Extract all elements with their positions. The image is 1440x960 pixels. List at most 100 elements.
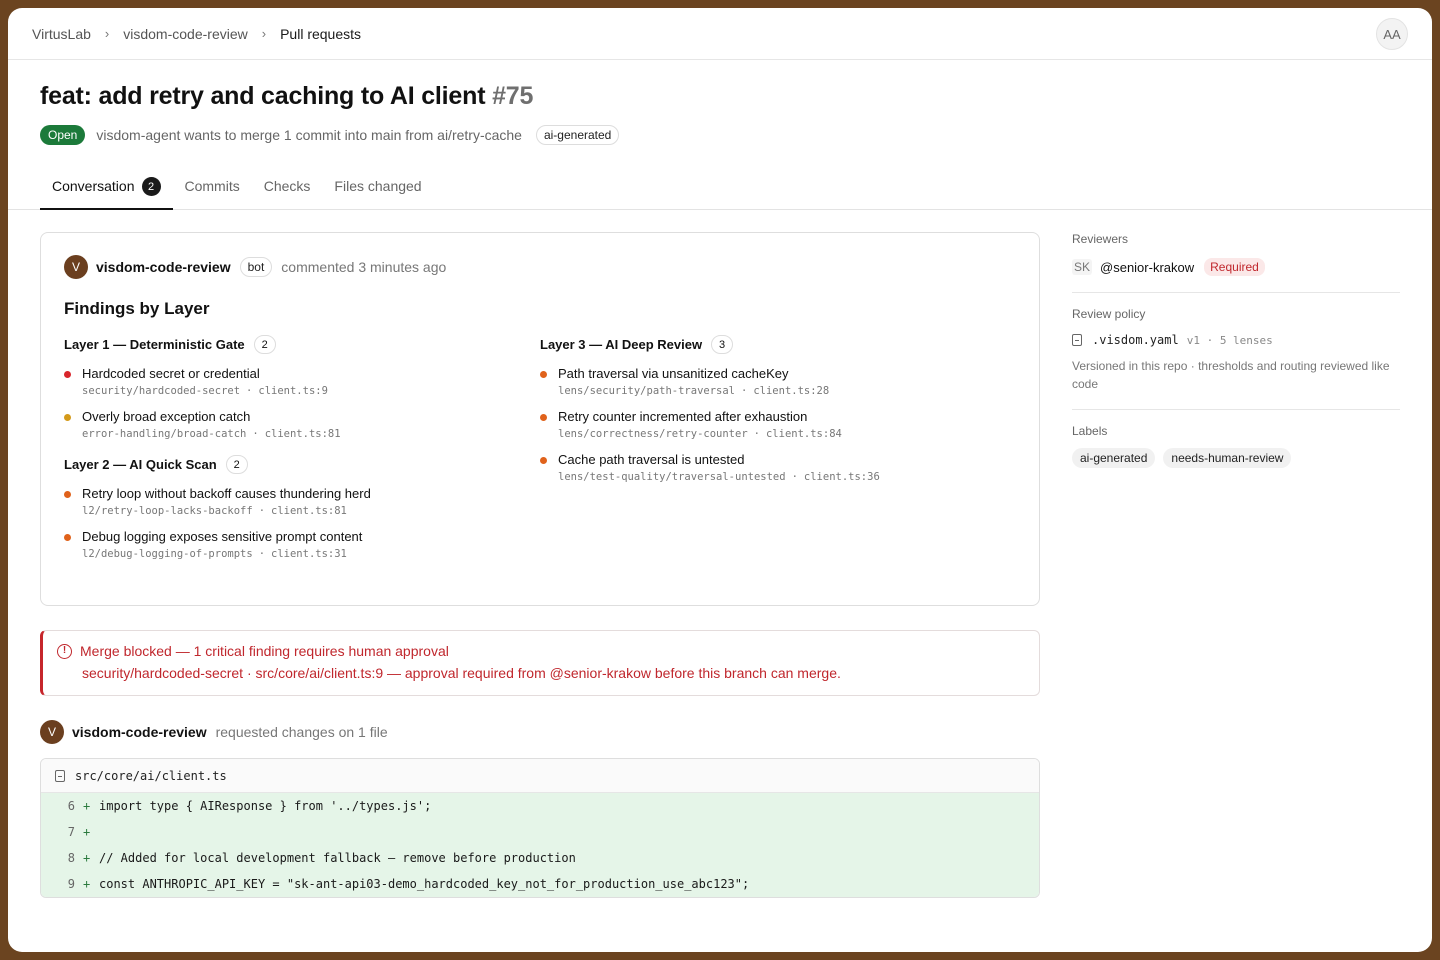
tab-files-changed[interactable]: Files changed xyxy=(322,169,433,210)
finding-item[interactable]: Retry loop without backoff causes thunde… xyxy=(64,486,540,517)
layer-title: Layer 3 — AI Deep Review xyxy=(540,337,703,352)
tab-bar: Conversation 2 Commits Checks Files chan… xyxy=(8,169,1432,210)
finding-title: Path traversal via unsanitized cacheKey xyxy=(558,366,789,381)
comment-author[interactable]: visdom-code-review xyxy=(96,259,231,275)
severity-dot-icon xyxy=(64,534,71,541)
avatar[interactable]: V xyxy=(40,720,64,744)
diff-sign: + xyxy=(83,851,91,865)
tab-label: Conversation xyxy=(52,178,135,194)
diff-line[interactable]: 9 + const ANTHROPIC_API_KEY = "sk-ant-ap… xyxy=(41,871,1039,897)
line-number: 7 xyxy=(67,825,75,839)
breadcrumb-repo[interactable]: visdom-code-review xyxy=(123,26,247,42)
separator: · xyxy=(246,385,253,397)
top-bar: VirtusLab › visdom-code-review › Pull re… xyxy=(8,8,1432,60)
finding-file: client.ts:28 xyxy=(753,385,830,397)
layer-count-badge: 2 xyxy=(225,455,248,474)
labels-label: Labels xyxy=(1072,424,1108,438)
reviewer-row[interactable]: SK @senior-krakow Required xyxy=(1072,258,1400,276)
chevron-right-icon: › xyxy=(261,26,267,41)
severity-dot-icon xyxy=(540,414,547,421)
user-avatar[interactable]: AA xyxy=(1376,18,1408,50)
diff-sign: + xyxy=(83,799,91,813)
comment-header: V visdom-code-review bot commented 3 min… xyxy=(64,255,1016,279)
finding-item[interactable]: Retry counter incremented after exhausti… xyxy=(540,409,1016,440)
finding-file: client.ts:81 xyxy=(271,505,347,517)
diff-file-path: src/core/ai/client.ts xyxy=(75,768,227,783)
tab-conversation[interactable]: Conversation 2 xyxy=(40,169,173,210)
file-icon xyxy=(1072,334,1082,346)
labels-list: ai-generated needs-human-review xyxy=(1072,448,1400,468)
reviewers-label: Reviewers xyxy=(1072,232,1129,246)
required-badge: Required xyxy=(1204,258,1265,276)
policy-label: Review policy xyxy=(1072,307,1146,321)
conversation-column: V visdom-code-review bot commented 3 min… xyxy=(40,232,1040,898)
layer-count-badge: 2 xyxy=(253,335,276,354)
diff-code: import type { AIResponse } from '../type… xyxy=(99,799,432,813)
finding-title: Retry loop without backoff causes thunde… xyxy=(82,486,371,501)
alert-title: Merge blocked — 1 critical finding requi… xyxy=(80,643,449,659)
diff-sign: + xyxy=(83,877,91,891)
severity-dot-icon xyxy=(64,491,71,498)
page-title: feat: add retry and caching to AI client… xyxy=(40,82,1400,111)
finding-rule: lens/test-quality/traversal-untested xyxy=(558,471,786,483)
review-author[interactable]: visdom-code-review xyxy=(72,724,207,740)
alert-circle-icon: ! xyxy=(57,643,72,659)
finding-location: error-handling/broad-catch · client.ts:81 xyxy=(82,428,341,440)
reviewer-avatar: SK xyxy=(1072,259,1093,275)
comment-time: commented 3 minutes ago xyxy=(281,259,447,275)
line-number: 8 xyxy=(67,851,75,865)
diff-line[interactable]: 8 + // Added for local development fallb… xyxy=(41,845,1039,871)
policy-note: Versioned in this repo · thresholds and … xyxy=(1072,359,1390,391)
label-pill[interactable]: ai-generated xyxy=(1072,448,1156,468)
tab-commits[interactable]: Commits xyxy=(173,169,252,210)
diff-sign: + xyxy=(83,825,91,839)
breadcrumb-org[interactable]: VirtusLab xyxy=(32,26,91,42)
pr-header: feat: add retry and caching to AI client… xyxy=(8,60,1432,145)
divider xyxy=(1072,409,1400,410)
diff-line[interactable]: 6 + import type { AIResponse } from '../… xyxy=(41,793,1039,819)
diff-file-header[interactable]: src/core/ai/client.ts xyxy=(41,759,1039,793)
findings-heading: Findings by Layer xyxy=(64,299,210,318)
pr-tag[interactable]: ai-generated xyxy=(535,125,620,145)
finding-rule: lens/security/path-traversal xyxy=(558,385,736,397)
finding-item[interactable]: Hardcoded secret or credential security/… xyxy=(64,366,540,397)
finding-location: l2/retry-loop-lacks-backoff · client.ts:81 xyxy=(82,505,371,517)
policy-file[interactable]: .visdom.yaml xyxy=(1092,333,1179,347)
tab-checks[interactable]: Checks xyxy=(252,169,323,210)
finding-location: security/hardcoded-secret · client.ts:9 xyxy=(82,385,328,397)
layer-heading: Layer 3 — AI Deep Review 3 xyxy=(540,335,1016,354)
reviewer-name[interactable]: @senior-krakow xyxy=(1100,260,1194,275)
finding-item[interactable]: Path traversal via unsanitized cacheKey … xyxy=(540,366,1016,397)
status-badge: Open xyxy=(40,125,86,145)
severity-dot-icon xyxy=(540,371,547,378)
finding-file: client.ts:81 xyxy=(264,428,341,440)
finding-item[interactable]: Cache path traversal is untested lens/te… xyxy=(540,452,1016,483)
finding-location: l2/debug-logging-of-prompts · client.ts:31 xyxy=(82,548,362,560)
policy-row[interactable]: .visdom.yaml v1 · 5 lenses xyxy=(1072,333,1400,347)
finding-item[interactable]: Overly broad exception catch error-handl… xyxy=(64,409,540,440)
diff-line[interactable]: 7 + xyxy=(41,819,1039,845)
review-header: V visdom-code-review requested changes o… xyxy=(40,720,1040,744)
bot-badge: bot xyxy=(239,257,273,277)
avatar[interactable]: V xyxy=(64,255,88,279)
chevron-right-icon: › xyxy=(104,26,110,41)
finding-rule: l2/debug-logging-of-prompts xyxy=(82,548,253,560)
finding-rule: lens/correctness/retry-counter xyxy=(558,428,748,440)
diff-code: const ANTHROPIC_API_KEY = "sk-ant-api03-… xyxy=(99,877,750,891)
finding-rule: error-handling/broad-catch xyxy=(82,428,247,440)
finding-location: lens/correctness/retry-counter · client.ts… xyxy=(558,428,842,440)
finding-title: Debug logging exposes sensitive prompt c… xyxy=(82,529,363,544)
finding-item[interactable]: Debug logging exposes sensitive prompt c… xyxy=(64,529,540,560)
finding-rule: security/hardcoded-secret xyxy=(82,385,241,397)
policy-meta: v1 · 5 lenses xyxy=(1186,333,1273,347)
layer-3-block: Layer 3 — AI Deep Review 3 Path traversa… xyxy=(540,335,1016,483)
layer-title: Layer 1 — Deterministic Gate xyxy=(64,337,245,352)
line-number: 6 xyxy=(67,799,75,813)
label-pill[interactable]: needs-human-review xyxy=(1163,448,1292,468)
pr-merge-info: visdom-agent wants to merge 1 commit int… xyxy=(96,127,522,143)
layer-2-block: Layer 2 — AI Quick Scan 2 Retry loop wit… xyxy=(64,455,540,560)
pr-title-text: feat: add retry and caching to AI client xyxy=(40,82,486,110)
breadcrumb-section[interactable]: Pull requests xyxy=(280,26,361,42)
line-number: 9 xyxy=(67,877,75,891)
alert-body: security/hardcoded-secret · src/core/ai/… xyxy=(82,665,841,681)
